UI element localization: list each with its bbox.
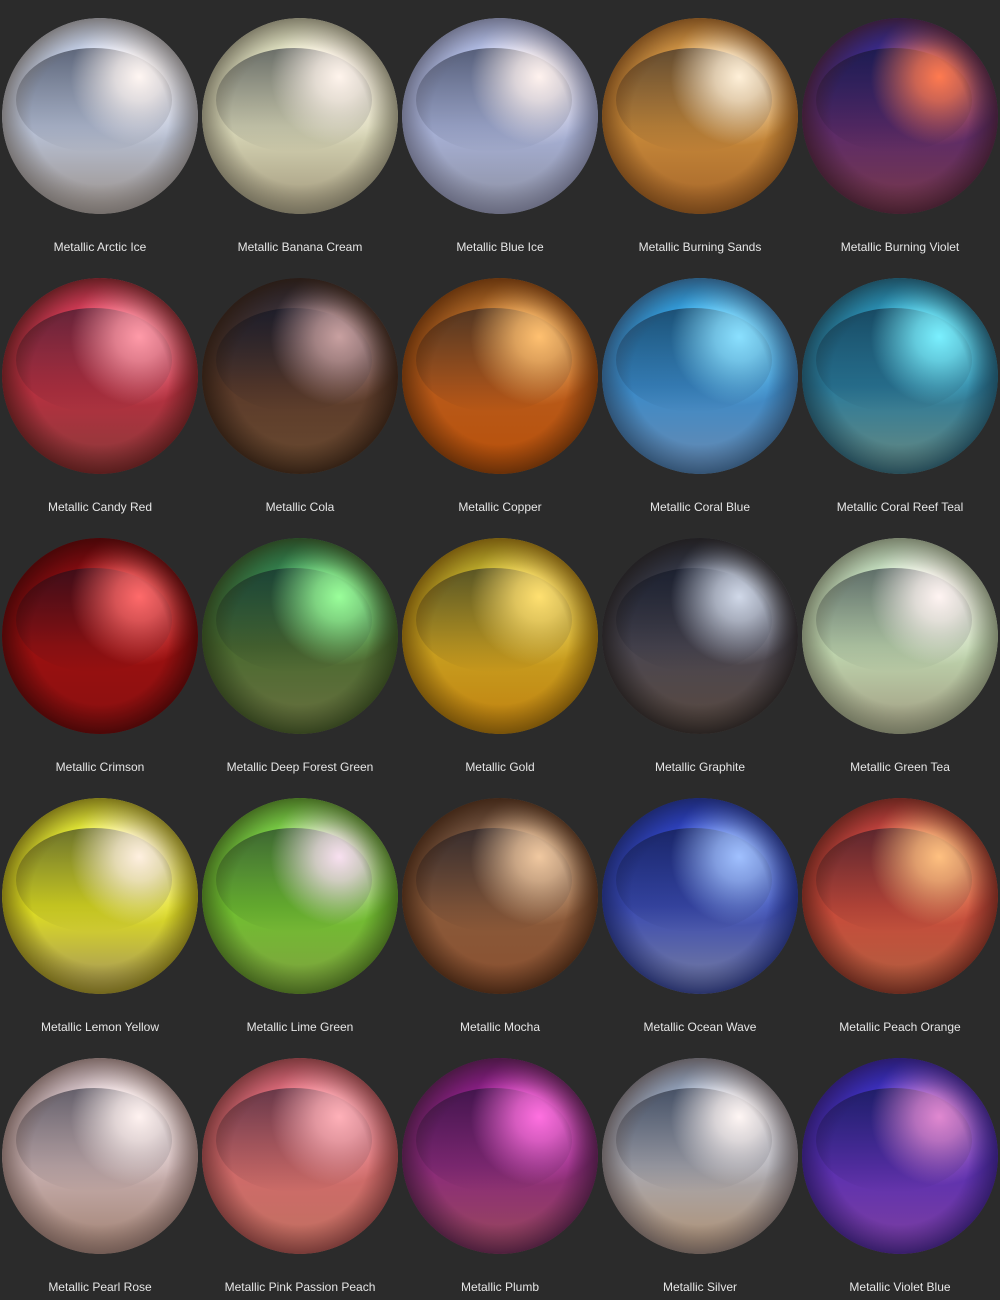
material-sphere [402, 278, 598, 474]
material-sphere [202, 798, 398, 994]
material-sphere [602, 278, 798, 474]
swatch-label: Metallic Pearl Rose [48, 1280, 152, 1294]
material-sphere [202, 18, 398, 214]
swatch-label: Metallic Silver [662, 1280, 737, 1294]
swatch-label: Metallic Graphite [654, 760, 746, 774]
swatch-label: Metallic Burning Sands [638, 240, 762, 254]
swatch-label: Metallic Copper [458, 500, 542, 514]
swatch-label: Metallic Ocean Wave [643, 1020, 757, 1034]
swatch-label: Metallic Crimson [55, 760, 145, 774]
material-sphere [402, 538, 598, 734]
swatch-tile-metallic-pearl-rose[interactable]: Metallic Pearl Rose [0, 1040, 200, 1300]
swatch-label: Metallic Green Tea [850, 760, 950, 774]
swatch-tile-metallic-mocha[interactable]: Metallic Mocha [400, 780, 600, 1040]
swatch-tile-metallic-lime-green[interactable]: Metallic Lime Green [200, 780, 400, 1040]
material-sphere [802, 278, 998, 474]
swatch-tile-metallic-violet-blue[interactable]: Metallic Violet Blue [800, 1040, 1000, 1300]
material-sphere [202, 1058, 398, 1254]
swatch-label: Metallic Coral Reef Teal [836, 500, 964, 514]
swatch-label: Metallic Deep Forest Green [226, 760, 374, 774]
swatch-label: Metallic Violet Blue [849, 1280, 951, 1294]
material-sphere [802, 798, 998, 994]
swatch-label: Metallic Peach Orange [839, 1020, 961, 1034]
material-sphere [402, 1058, 598, 1254]
swatch-tile-metallic-burning-sands[interactable]: Metallic Burning Sands [600, 0, 800, 260]
material-swatch-grid: Metallic Arctic Ice Metallic Banana Cream… [0, 0, 1000, 1300]
swatch-tile-metallic-banana-cream[interactable]: Metallic Banana Cream [200, 0, 400, 260]
swatch-label: Metallic Candy Red [47, 500, 153, 514]
swatch-label: Metallic Cola [265, 500, 335, 514]
swatch-tile-metallic-silver[interactable]: Metallic Silver [600, 1040, 800, 1300]
swatch-tile-metallic-lemon-yellow[interactable]: Metallic Lemon Yellow [0, 780, 200, 1040]
swatch-tile-metallic-coral-blue[interactable]: Metallic Coral Blue [600, 260, 800, 520]
swatch-tile-metallic-cola[interactable]: Metallic Cola [200, 260, 400, 520]
swatch-label: Metallic Pink Passion Peach [224, 1280, 376, 1294]
material-sphere [602, 538, 798, 734]
material-sphere [802, 18, 998, 214]
material-sphere [602, 18, 798, 214]
swatch-tile-metallic-deep-forest-green[interactable]: Metallic Deep Forest Green [200, 520, 400, 780]
swatch-tile-metallic-pink-passion-peach[interactable]: Metallic Pink Passion Peach [200, 1040, 400, 1300]
swatch-label: Metallic Coral Blue [649, 500, 751, 514]
material-sphere [402, 798, 598, 994]
swatch-tile-metallic-arctic-ice[interactable]: Metallic Arctic Ice [0, 0, 200, 260]
swatch-label: Metallic Arctic Ice [53, 240, 147, 254]
swatch-tile-metallic-ocean-wave[interactable]: Metallic Ocean Wave [600, 780, 800, 1040]
material-sphere [202, 538, 398, 734]
swatch-label: Metallic Plumb [460, 1280, 540, 1294]
material-sphere [802, 1058, 998, 1254]
material-sphere [2, 18, 198, 214]
material-sphere [202, 278, 398, 474]
material-sphere [2, 798, 198, 994]
swatch-tile-metallic-blue-ice[interactable]: Metallic Blue Ice [400, 0, 600, 260]
swatch-label: Metallic Gold [465, 760, 535, 774]
swatch-label: Metallic Burning Violet [840, 240, 960, 254]
material-sphere [2, 1058, 198, 1254]
material-sphere [602, 1058, 798, 1254]
swatch-label: Metallic Lemon Yellow [40, 1020, 160, 1034]
swatch-tile-metallic-copper[interactable]: Metallic Copper [400, 260, 600, 520]
swatch-tile-metallic-candy-red[interactable]: Metallic Candy Red [0, 260, 200, 520]
swatch-tile-metallic-crimson[interactable]: Metallic Crimson [0, 520, 200, 780]
swatch-tile-metallic-gold[interactable]: Metallic Gold [400, 520, 600, 780]
swatch-label: Metallic Blue Ice [456, 240, 544, 254]
swatch-tile-metallic-peach-orange[interactable]: Metallic Peach Orange [800, 780, 1000, 1040]
swatch-tile-metallic-graphite[interactable]: Metallic Graphite [600, 520, 800, 780]
material-sphere [2, 278, 198, 474]
swatch-tile-metallic-coral-reef-teal[interactable]: Metallic Coral Reef Teal [800, 260, 1000, 520]
material-sphere [402, 18, 598, 214]
swatch-tile-metallic-plumb[interactable]: Metallic Plumb [400, 1040, 600, 1300]
material-sphere [802, 538, 998, 734]
swatch-tile-metallic-burning-violet[interactable]: Metallic Burning Violet [800, 0, 1000, 260]
swatch-label: Metallic Mocha [459, 1020, 541, 1034]
material-sphere [602, 798, 798, 994]
swatch-label: Metallic Lime Green [246, 1020, 354, 1034]
swatch-label: Metallic Banana Cream [237, 240, 363, 254]
swatch-tile-metallic-green-tea[interactable]: Metallic Green Tea [800, 520, 1000, 780]
material-sphere [2, 538, 198, 734]
